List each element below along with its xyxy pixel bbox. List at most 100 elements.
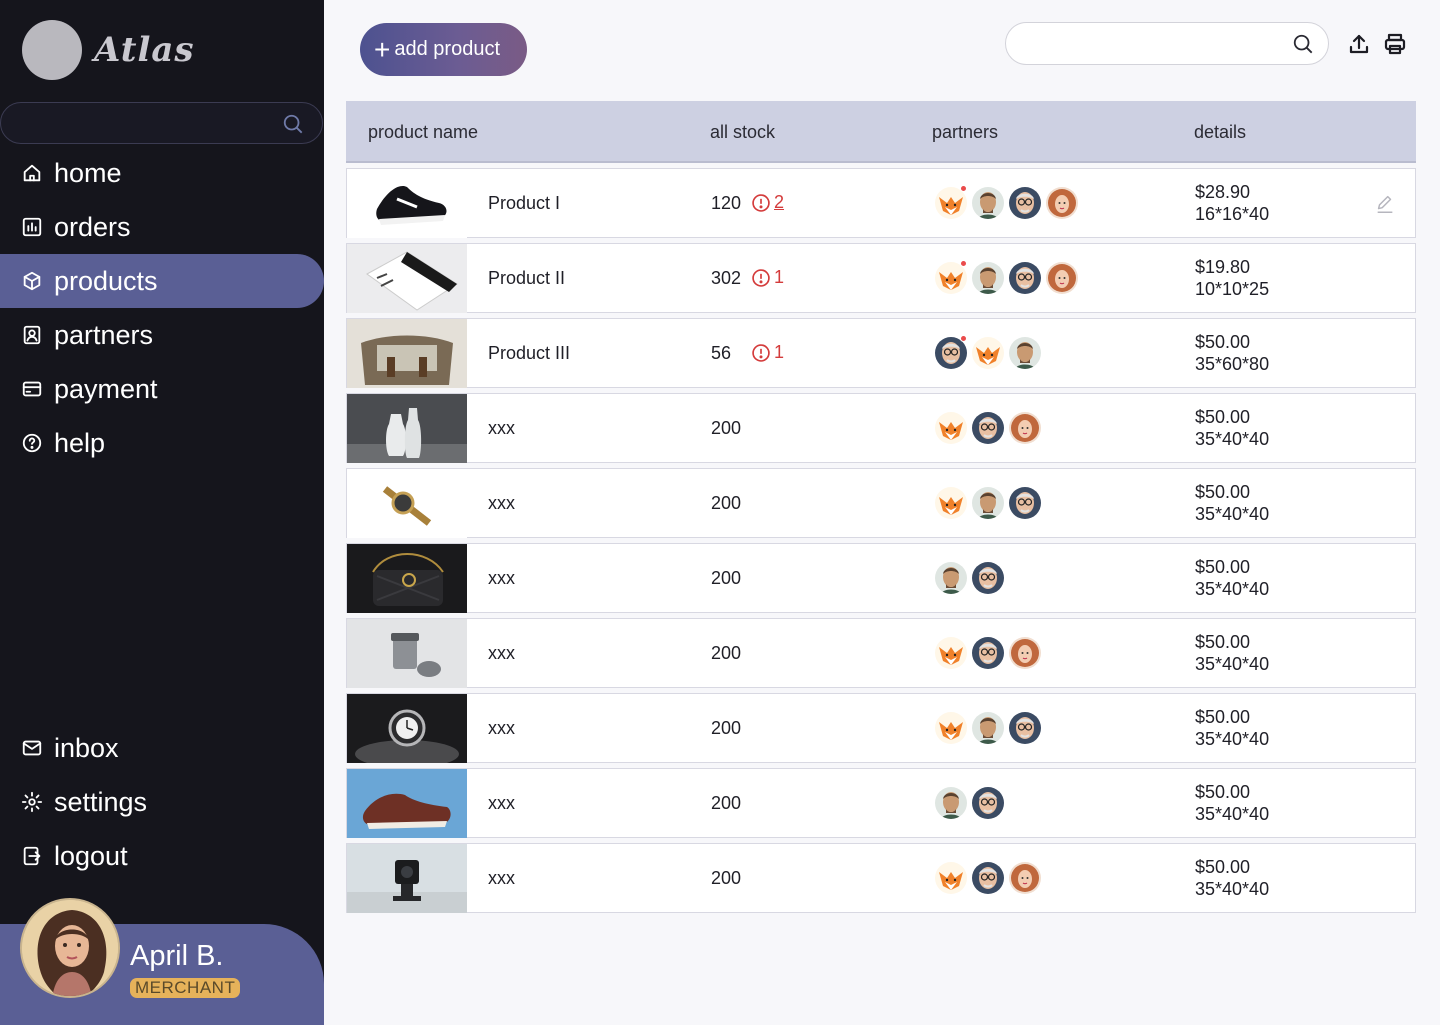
mail-icon [20,736,44,760]
column-header-product-name[interactable]: product name [368,122,478,143]
search-icon[interactable] [1292,33,1314,55]
stock-alert[interactable]: 1 [751,342,784,363]
stock-alert[interactable]: 2 [751,192,784,213]
partner-avatar-redhead[interactable] [1007,860,1043,896]
partner-avatar-redhead[interactable] [1044,260,1080,296]
sidebar-item-partners[interactable]: partners [0,308,324,362]
product-name[interactable]: Product I [488,193,560,214]
table-row[interactable]: xxx 200 $50.00 35*40*40 [346,393,1416,463]
sidebar-item-help[interactable]: help [0,416,324,470]
product-image[interactable] [347,244,467,313]
search-icon[interactable] [282,113,304,135]
partner-avatar-man[interactable] [970,710,1006,746]
partner-avatar-oldman[interactable] [970,410,1006,446]
column-header-all-stock[interactable]: all stock [710,122,775,143]
product-name[interactable]: xxx [488,868,515,889]
partner-avatar-oldman[interactable] [970,785,1006,821]
table-row[interactable]: xxx 200 $50.00 35*40*40 [346,693,1416,763]
column-header-partners[interactable]: partners [932,122,998,143]
partner-avatar-fox[interactable] [933,485,969,521]
partner-avatar-man[interactable] [970,485,1006,521]
print-icon[interactable] [1383,32,1407,56]
edit-icon[interactable] [1374,193,1396,215]
product-price: $50.00 [1195,557,1251,577]
product-image[interactable] [347,769,467,838]
product-image[interactable] [347,394,467,463]
partner-avatar-redhead[interactable] [1044,185,1080,221]
partner-avatar-man[interactable] [933,560,969,596]
table-row[interactable]: xxx 200 $50.00 35*40*40 [346,543,1416,613]
chart-icon [20,215,44,239]
partner-avatar-fox[interactable] [970,335,1006,371]
sidebar-item-label: partners [54,319,154,350]
product-name[interactable]: Product II [488,268,565,289]
product-name[interactable]: xxx [488,793,515,814]
sidebar-item-logout[interactable]: logout [0,829,324,883]
partner-avatar-oldman[interactable] [970,560,1006,596]
product-details: $50.00 35*40*40 [1195,856,1269,900]
partner-avatar-man[interactable] [933,785,969,821]
sidebar-item-inbox[interactable]: inbox [0,721,324,775]
brand[interactable]: Atlas [22,20,195,80]
product-image[interactable] [347,469,467,538]
partner-avatar-man[interactable] [970,185,1006,221]
product-name[interactable]: xxx [488,568,515,589]
table-row[interactable]: xxx 200 $50.00 35*40*40 [346,618,1416,688]
add-product-button[interactable]: + add product [360,23,527,76]
user-avatar[interactable] [20,898,120,998]
partner-avatar-oldman[interactable] [1007,485,1043,521]
partner-avatar-man[interactable] [1007,335,1043,371]
product-dimensions: 35*40*40 [1195,729,1270,749]
partner-avatar-fox[interactable] [933,710,969,746]
product-image[interactable] [347,619,467,688]
partner-avatar-redhead[interactable] [1007,410,1043,446]
partner-avatar-fox[interactable] [933,635,969,671]
table-row[interactable]: Product I 120 2 $28.90 16*16*40 [346,168,1416,238]
upload-icon[interactable] [1347,32,1371,56]
table-row[interactable]: Product III 56 1 $50.00 35*60*80 [346,318,1416,388]
product-name[interactable]: Product III [488,343,570,364]
card-icon [20,377,44,401]
brand-logo [22,20,82,80]
product-details: $28.90 16*16*40 [1195,181,1269,225]
sidebar-item-home[interactable]: home [0,146,324,200]
sidebar-item-settings[interactable]: settings [0,775,324,829]
column-header-details[interactable]: details [1194,122,1246,143]
sidebar-item-label: logout [54,840,128,871]
product-price: $50.00 [1195,407,1251,427]
sidebar-item-products[interactable]: products [0,254,324,308]
sidebar-item-orders[interactable]: orders [0,200,324,254]
table-row[interactable]: xxx 200 $50.00 35*40*40 [346,468,1416,538]
table-row[interactable]: Product II 302 1 $19.80 10*10*25 [346,243,1416,313]
partner-avatar-fox[interactable] [933,410,969,446]
stock-alert[interactable]: 1 [751,267,784,288]
product-image[interactable] [347,319,467,388]
partner-avatar-oldman[interactable] [970,635,1006,671]
sidebar-item-payment[interactable]: payment [0,362,324,416]
partner-avatar-fox[interactable] [933,860,969,896]
partner-avatar-oldman[interactable] [1007,260,1043,296]
search-bar[interactable] [1005,22,1329,65]
table-row[interactable]: xxx 200 $50.00 35*40*40 [346,843,1416,913]
product-image[interactable] [347,169,467,238]
product-dimensions: 35*40*40 [1195,429,1270,449]
partner-avatar-oldman[interactable] [1007,710,1043,746]
product-name[interactable]: xxx [488,718,515,739]
partner-avatar-oldman[interactable] [970,860,1006,896]
product-image[interactable] [347,544,467,613]
search-input[interactable] [1022,23,1292,64]
product-name[interactable]: xxx [488,418,515,439]
table-row[interactable]: xxx 200 $50.00 35*40*40 [346,768,1416,838]
sidebar-item-label: settings [54,786,148,817]
partner-avatar-man[interactable] [970,260,1006,296]
product-name[interactable]: xxx [488,643,515,664]
partner-avatar-redhead[interactable] [1007,635,1043,671]
product-image[interactable] [347,694,467,763]
product-image[interactable] [347,844,467,913]
sidebar-search[interactable] [0,102,323,144]
product-details: $50.00 35*40*40 [1195,556,1269,600]
help-icon [20,431,44,455]
product-name[interactable]: xxx [488,493,515,514]
partner-avatar-oldman[interactable] [1007,185,1043,221]
user-role-badge: MERCHANT [130,978,241,998]
